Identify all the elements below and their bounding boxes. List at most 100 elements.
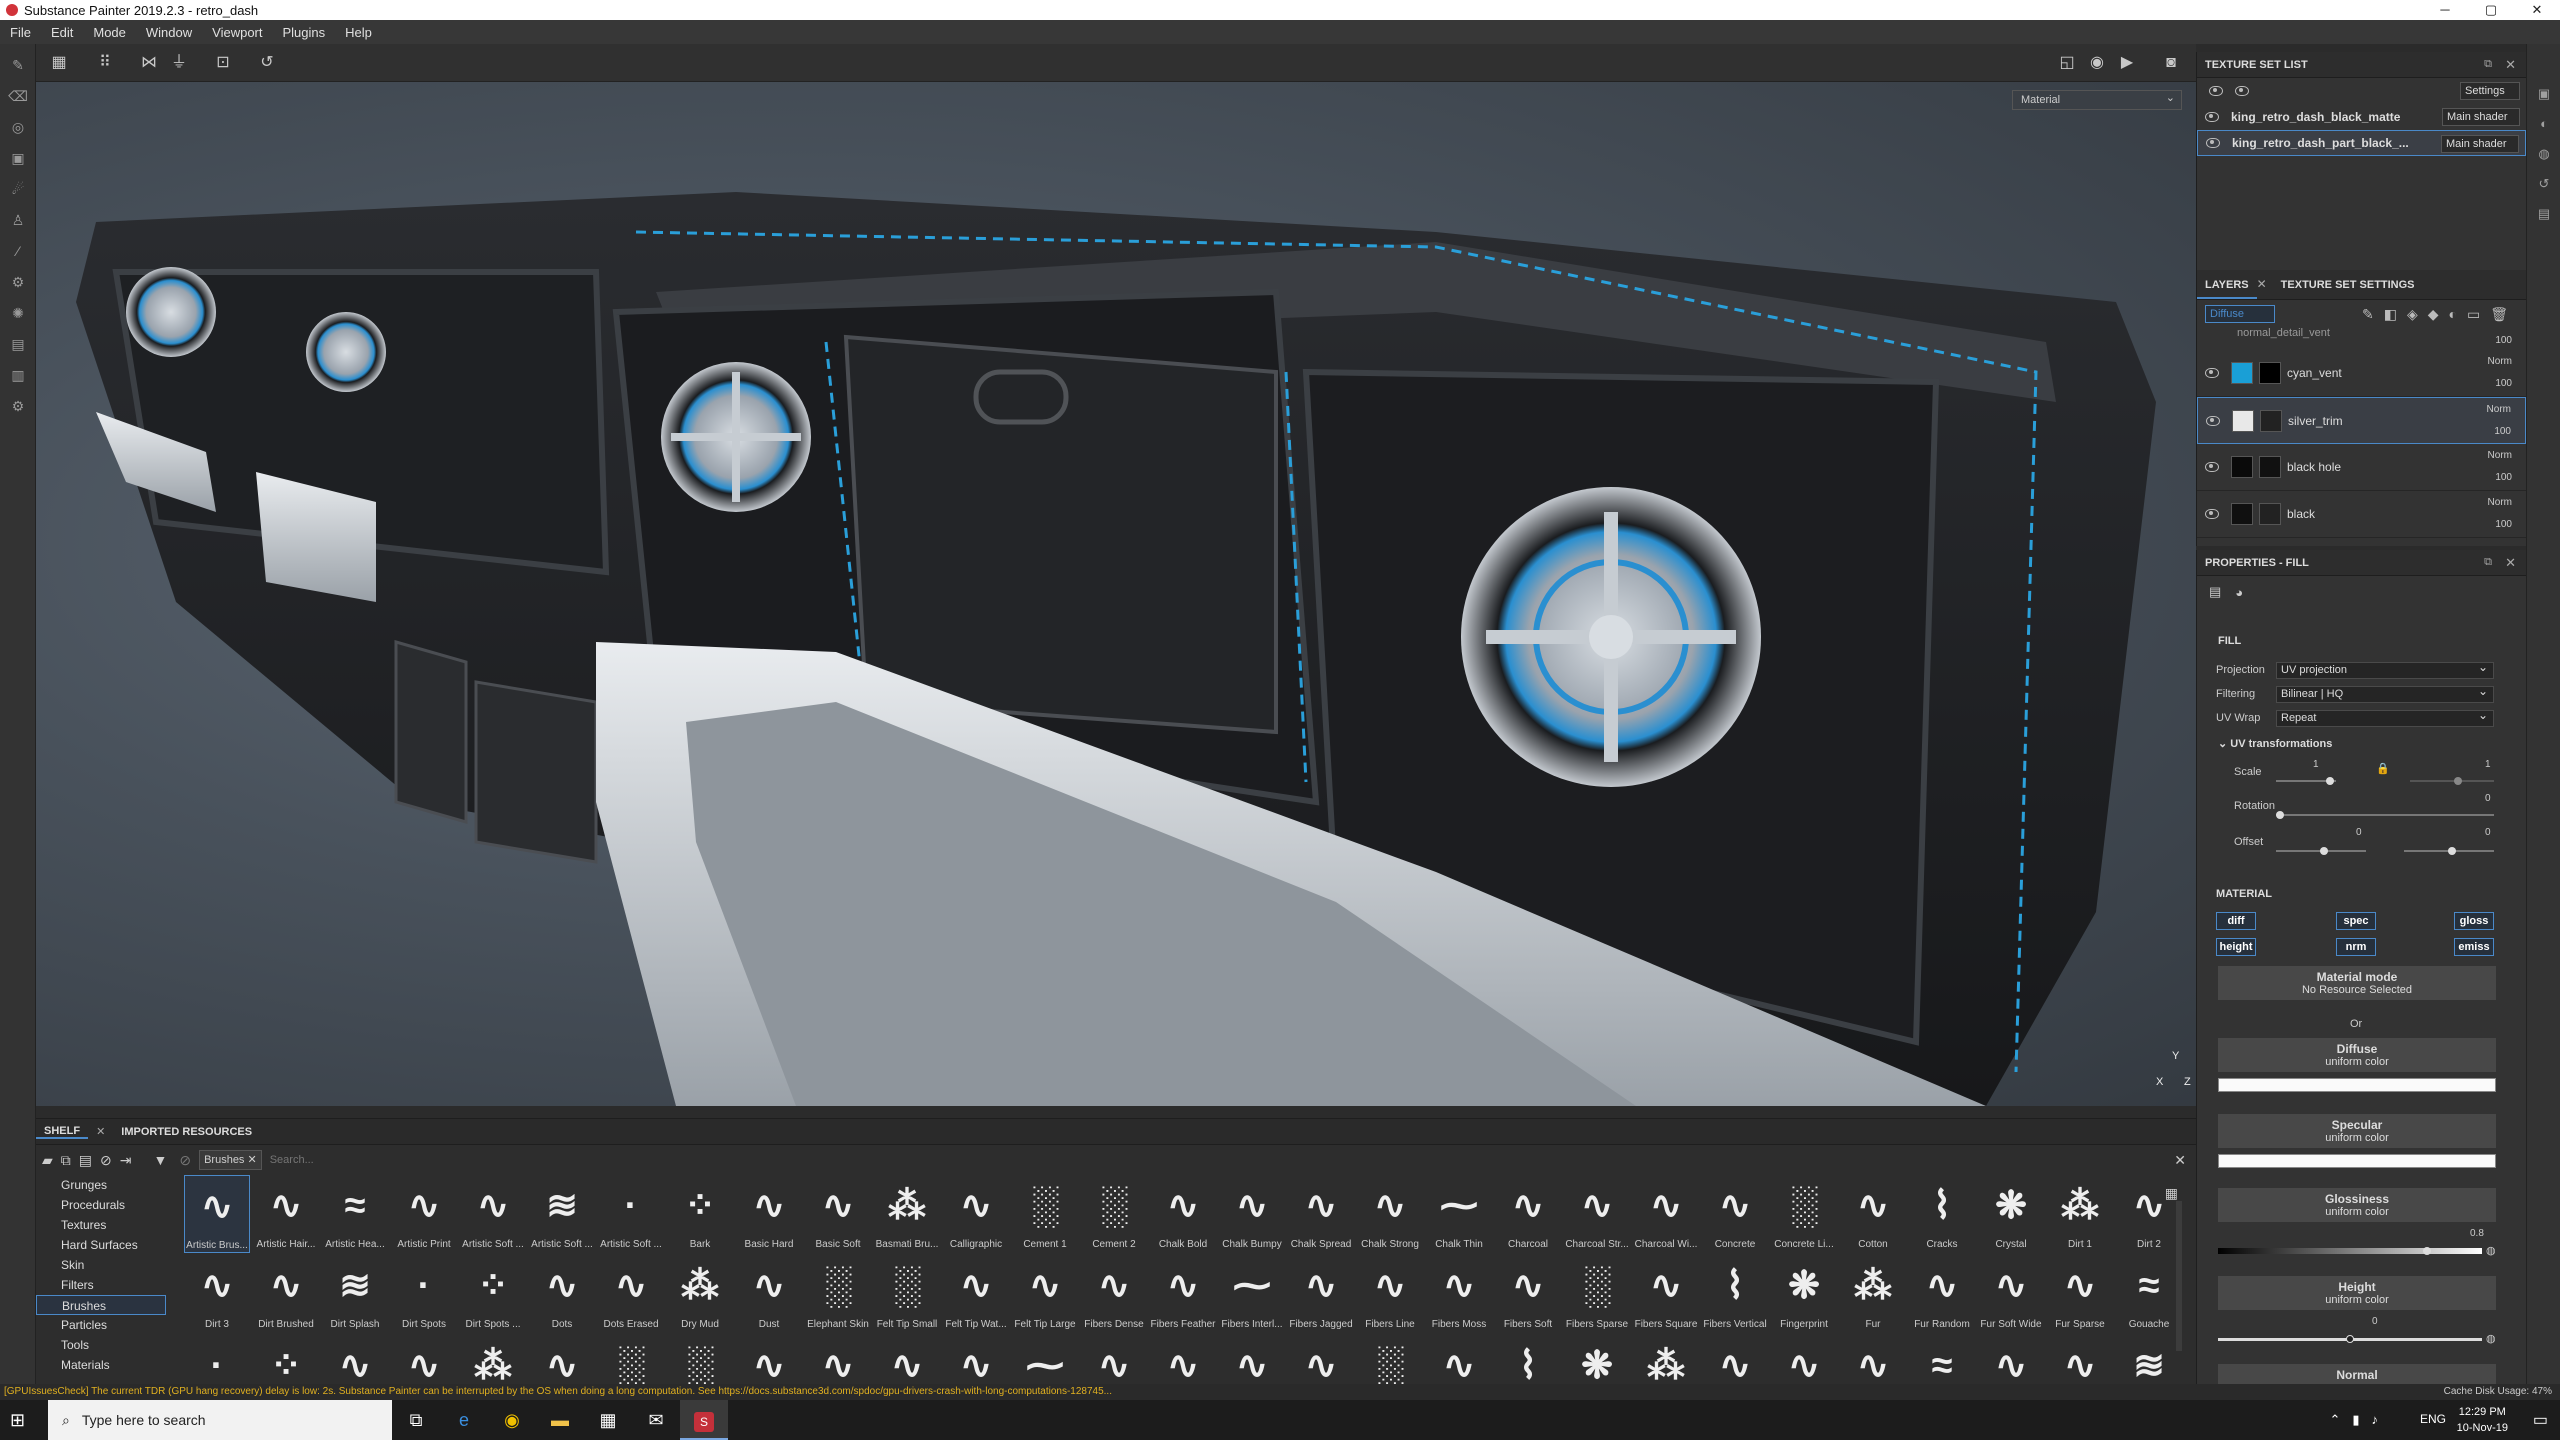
brush-thumbnail[interactable]: ∿ Artistic Soft ...	[460, 1175, 526, 1253]
menu-help[interactable]: Help	[335, 25, 382, 40]
visibility-all-icon[interactable]	[2235, 86, 2249, 96]
maximize-button[interactable]: ▢	[2468, 0, 2514, 20]
brush-thumbnail[interactable]: ∿ Fibers Square	[1633, 1255, 1699, 1333]
brush-thumbnail[interactable]: ∿ Cotton	[1840, 1175, 1906, 1253]
network-icon[interactable]: ▮	[2352, 1412, 2371, 1427]
channel-diff-button[interactable]: diff	[2216, 912, 2256, 930]
brush-thumbnail[interactable]: ∿ Fibers Jagged	[1288, 1255, 1354, 1333]
fill-properties-icon[interactable]: ▤	[2209, 584, 2221, 600]
brush-thumbnail[interactable]: ∿ Artistic Print	[391, 1175, 457, 1253]
shader-dropdown[interactable]: Main shader	[2441, 135, 2519, 153]
projection-icon[interactable]: ◎	[8, 117, 28, 137]
viewport-material-dropdown[interactable]: Material	[2012, 89, 2182, 110]
add-fill-layer-icon[interactable]: ◆	[2428, 306, 2449, 322]
brush-thumbnail[interactable]: ·	[184, 1335, 250, 1385]
brush-thumbnail[interactable]: ⁂	[460, 1335, 526, 1385]
brush-thumbnail[interactable]: ░	[598, 1335, 664, 1385]
brush-thumbnail[interactable]: ∿	[1150, 1335, 1216, 1385]
eye-icon[interactable]	[2205, 368, 2219, 378]
brush-thumbnail[interactable]: ∿ Fibers Dense	[1081, 1255, 1147, 1333]
task-view-icon[interactable]: ⧉	[392, 1400, 440, 1440]
layer-row-partial[interactable]: normal_detail_vent 100	[2197, 328, 2526, 350]
brush-thumbnail[interactable]: ∿ Fibers Soft	[1495, 1255, 1561, 1333]
history-icon[interactable]: ↺	[256, 52, 278, 74]
brush-thumbnail[interactable]: ∿ Dots	[529, 1255, 595, 1333]
scale-slider-secondary[interactable]	[2410, 777, 2494, 785]
brush-thumbnail[interactable]: ∿	[736, 1335, 802, 1385]
diffuse-block[interactable]: Diffuse uniform color	[2218, 1038, 2496, 1072]
brush-thumbnail[interactable]: ∿	[1702, 1335, 1768, 1385]
taskbar-search[interactable]: ⌕ Type here to search	[48, 1400, 392, 1440]
layer-row-black[interactable]: black Norm 100	[2197, 491, 2526, 538]
import-icon[interactable]: ⇥	[120, 1152, 140, 1168]
properties-close-icon[interactable]: ✕	[2505, 555, 2516, 571]
bake-icon[interactable]: ⚙	[8, 272, 28, 292]
shelf-category-filters[interactable]: Filters	[36, 1275, 166, 1295]
menu-file[interactable]: File	[0, 25, 41, 40]
brush-thumbnail[interactable]: ⁓ Fibers Interl...	[1219, 1255, 1285, 1333]
symmetry-x-icon[interactable]: ⋈	[138, 52, 160, 74]
shelf-category-materials[interactable]: Materials	[36, 1355, 166, 1375]
minimize-button[interactable]: ─	[2422, 0, 2468, 20]
notifications-icon[interactable]: ▭	[2533, 1410, 2548, 1430]
brush-thumbnail[interactable]: ∿	[874, 1335, 940, 1385]
offset-v-slider[interactable]	[2404, 847, 2494, 855]
brush-thumbnail[interactable]: ∿ Dirt Brushed	[253, 1255, 319, 1333]
texture-set-settings-button[interactable]: Settings	[2460, 82, 2520, 100]
3d-viewport[interactable]: Material Y X Z	[36, 82, 2196, 1106]
brush-thumbnail[interactable]: ∿ Concrete	[1702, 1175, 1768, 1253]
remove-filter-icon[interactable]: ✕	[248, 1154, 257, 1166]
rotation-value[interactable]: 0	[2485, 793, 2491, 804]
menu-viewport[interactable]: Viewport	[202, 25, 272, 40]
shelf-scrollbar[interactable]	[2176, 1201, 2182, 1351]
glossiness-block[interactable]: Glossiness uniform color	[2218, 1188, 2496, 1222]
height-picker-icon[interactable]: ◍	[2486, 1332, 2496, 1345]
brush-thumbnail[interactable]: ∿ Artistic Hair...	[253, 1175, 319, 1253]
hide-icon[interactable]: ⊘	[100, 1152, 120, 1168]
brush-thumbnail[interactable]: ∿ Artistic Brus...	[184, 1175, 250, 1253]
rotation-slider[interactable]	[2276, 811, 2494, 819]
frame-icon[interactable]: ⊡	[212, 52, 234, 74]
brush-thumbnail[interactable]: ∿ Dirt 3	[184, 1255, 250, 1333]
brush-thumbnail[interactable]: ≋ Artistic Soft ...	[529, 1175, 595, 1253]
eraser-icon[interactable]: ⌫	[8, 86, 28, 106]
iray-icon[interactable]: ✺	[8, 303, 28, 323]
grid-icon[interactable]: ▦	[48, 52, 70, 74]
scale-knob[interactable]	[2326, 777, 2334, 785]
menu-plugins[interactable]: Plugins	[272, 25, 335, 40]
brush-thumbnail[interactable]: ∿	[1978, 1335, 2044, 1385]
brush-thumbnail[interactable]: ∿	[1219, 1335, 1285, 1385]
display-settings-icon[interactable]: ◐	[2535, 116, 2553, 134]
layer-row-black-hole[interactable]: black hole Norm 100	[2197, 444, 2526, 491]
brush-thumbnail[interactable]: ≋	[2116, 1335, 2182, 1385]
texture-set-row[interactable]: king_retro_dash_part_black_... Main shad…	[2197, 130, 2526, 156]
channel-nrm-button[interactable]: nrm	[2336, 938, 2376, 956]
shelf-category-skin[interactable]: Skin	[36, 1255, 166, 1275]
brush-thumbnail[interactable]: ∿ Charcoal Str...	[1564, 1175, 1630, 1253]
grid-view-icon[interactable]: ▦	[2165, 1185, 2178, 1202]
offset-value-u[interactable]: 0	[2356, 827, 2362, 838]
shelf-category-brushes[interactable]: Brushes	[36, 1295, 166, 1315]
brush-thumbnail[interactable]: ≈ Artistic Hea...	[322, 1175, 388, 1253]
brush-thumbnail[interactable]: ∿	[943, 1335, 1009, 1385]
texture-set-close-icon[interactable]: ✕	[2505, 57, 2516, 73]
view-mode-icon[interactable]: ◱	[2056, 52, 2078, 74]
brush-thumbnail[interactable]: ≈	[1909, 1335, 1975, 1385]
scale-knob-secondary[interactable]	[2454, 777, 2462, 785]
brush-thumbnail[interactable]: ∿ Fur Sparse	[2047, 1255, 2113, 1333]
shelf-search-input[interactable]	[269, 1150, 2100, 1170]
dots-grid-icon[interactable]: ⠿	[94, 52, 116, 74]
brush-thumbnail[interactable]: ⁓ Chalk Thin	[1426, 1175, 1492, 1253]
blend-mode-dropdown[interactable]: Norm	[2488, 356, 2512, 367]
layer-row-cyan-vent[interactable]: cyan_vent Norm 100	[2197, 350, 2526, 397]
scale-slider[interactable]	[2276, 777, 2336, 785]
add-folder-icon[interactable]: ▭	[2467, 306, 2490, 322]
tab-texture-set-settings[interactable]: TEXTURE SET SETTINGS	[2273, 271, 2423, 299]
layer-opacity[interactable]: 100	[2495, 519, 2512, 530]
brush-thumbnail[interactable]: ⁘	[253, 1335, 319, 1385]
geometry-mask-icon[interactable]: ▣	[8, 148, 28, 168]
brush-thumbnail[interactable]: ∿	[805, 1335, 871, 1385]
clear-filter-icon[interactable]: ⊘	[179, 1152, 191, 1169]
mail-icon[interactable]: ✉	[632, 1400, 680, 1440]
brush-thumbnail[interactable]: ∿ Fur Random	[1909, 1255, 1975, 1333]
